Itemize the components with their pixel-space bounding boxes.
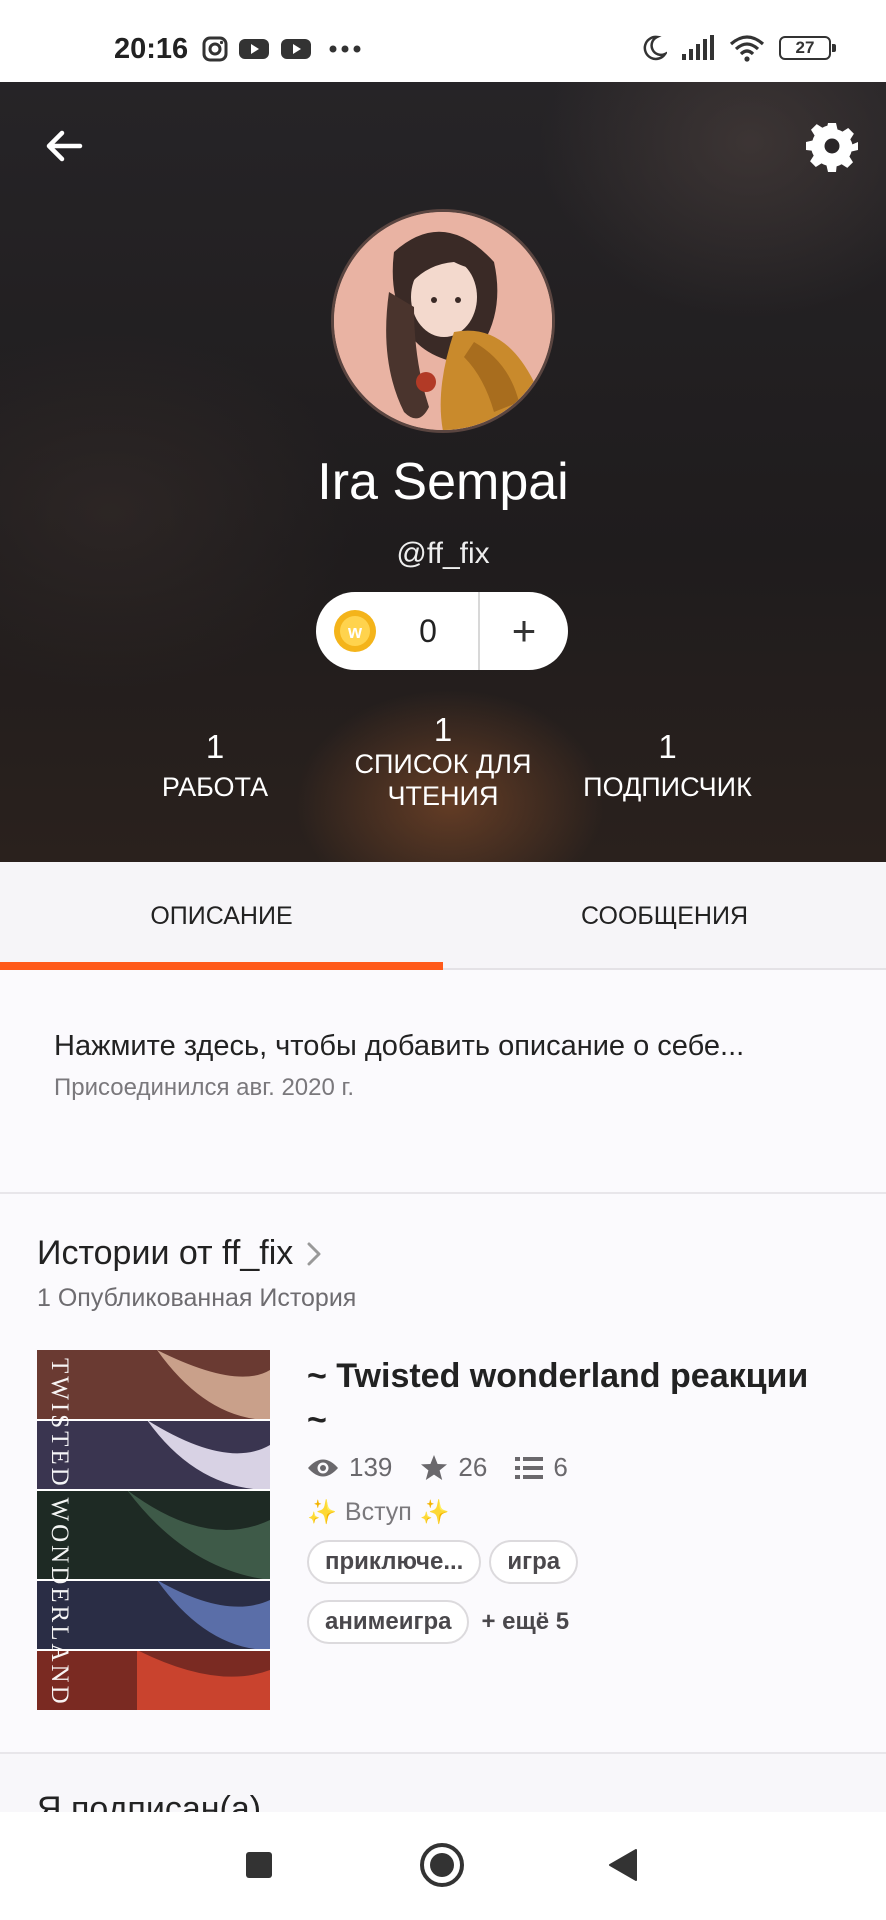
more-dots-icon [329,45,361,53]
stories-section: Истории от ff_fix 1 Опубликованная Истор… [0,1194,886,1754]
profile-tabs: ОПИСАНИЕ СООБЩЕНИЯ [0,862,886,970]
profile-header: Ira Sempai @ff_fix w 0 + 1 РАБОТА 1 СПИС… [0,82,886,862]
stat-works-value: 1 [205,728,225,765]
stat-reading-lists[interactable]: 1 СПИСОК ДЛЯ ЧТЕНИЯ [330,711,556,812]
description-section[interactable]: Нажмите здесь, чтобы добавить описание о… [0,970,886,1194]
notification-icons [202,36,362,62]
stat-reading-lists-label: СПИСОК ДЛЯ ЧТЕНИЯ [354,749,532,811]
cover-title-text: TWISTED WONDERLAND [46,1358,73,1707]
signal-icon [682,35,714,60]
avatar[interactable] [331,209,555,433]
status-time: 20:16 [114,33,189,65]
wifi-icon [729,35,765,62]
profile-handle: @ff_fix [396,537,490,570]
stories-title: Истории от ff_fix [37,1234,294,1272]
joined-date: Присоединился авг. 2020 г. [54,1074,354,1101]
stat-followers-label: ПОДПИСЧИК [583,772,752,802]
votes-count: 26 [420,1452,487,1483]
avatar-illustration [334,212,552,430]
coins-widget: w 0 + [316,592,568,670]
stat-followers[interactable]: 1 ПОДПИСЧИК [560,728,775,803]
youtube-icon [239,39,269,59]
story-stats: 139 26 6 [307,1452,568,1483]
votes-value: 26 [458,1452,488,1482]
stat-reading-lists-value: 1 [433,711,453,748]
add-coins-button[interactable]: + [480,592,568,670]
youtube-icon [281,39,311,59]
reads-count: 139 [307,1452,392,1483]
more-tags-link[interactable]: + ещё 5 [481,1608,569,1636]
story-cover[interactable]: TWISTED WONDERLAND [37,1350,270,1710]
story-tags: приключе... игра анимеигра + ещё 5 [307,1540,827,1644]
stories-header[interactable]: Истории от ff_fix [37,1234,321,1273]
battery-indicator: 27 [779,36,836,60]
moon-icon [643,35,667,61]
stat-works-label: РАБОТА [161,772,269,802]
recent-apps-button[interactable] [246,1852,272,1878]
parts-value: 6 [553,1452,568,1482]
reads-value: 139 [349,1452,393,1482]
back-triangle-icon[interactable] [608,1848,638,1882]
tab-description[interactable]: ОПИСАНИЕ [0,862,443,970]
part-title-text: Вступ [344,1498,412,1526]
tag-adventure[interactable]: приключе... [307,1540,482,1584]
eye-icon [308,1459,338,1476]
parts-count: 6 [515,1452,568,1483]
profile-name: Ira Sempai [317,453,569,511]
system-icons: 27 [641,34,836,62]
coin-icon: w [334,610,376,652]
story-title[interactable]: ~ Twisted wonderland реакции ~ [307,1354,827,1442]
tag-game[interactable]: игра [489,1540,579,1584]
story-part-title: ✨ Вступ ✨ [307,1498,450,1527]
stories-count: 1 Опубликованная История [37,1284,357,1312]
sparkle-icon: ✨ [419,1499,450,1526]
status-bar: 20:16 27 [0,0,886,82]
svg-text:w: w [347,622,363,642]
list-icon [515,1456,544,1479]
home-button[interactable] [420,1843,464,1887]
gear-icon[interactable] [806,120,858,172]
system-nav-bar [0,1812,886,1920]
star-icon [421,1454,448,1480]
chevron-right-icon [307,1242,321,1265]
description-text[interactable]: Нажмите здесь, чтобы добавить описание о… [54,1030,744,1063]
sparkle-icon: ✨ [307,1499,337,1526]
coin-count: 0 [419,612,437,649]
back-arrow-icon[interactable] [40,122,88,170]
tab-messages[interactable]: СООБЩЕНИЯ [443,862,886,968]
tag-animegame[interactable]: анимеигра [307,1600,470,1644]
stat-works[interactable]: 1 РАБОТА [120,728,310,803]
instagram-icon [202,36,228,62]
stat-followers-value: 1 [658,728,677,765]
